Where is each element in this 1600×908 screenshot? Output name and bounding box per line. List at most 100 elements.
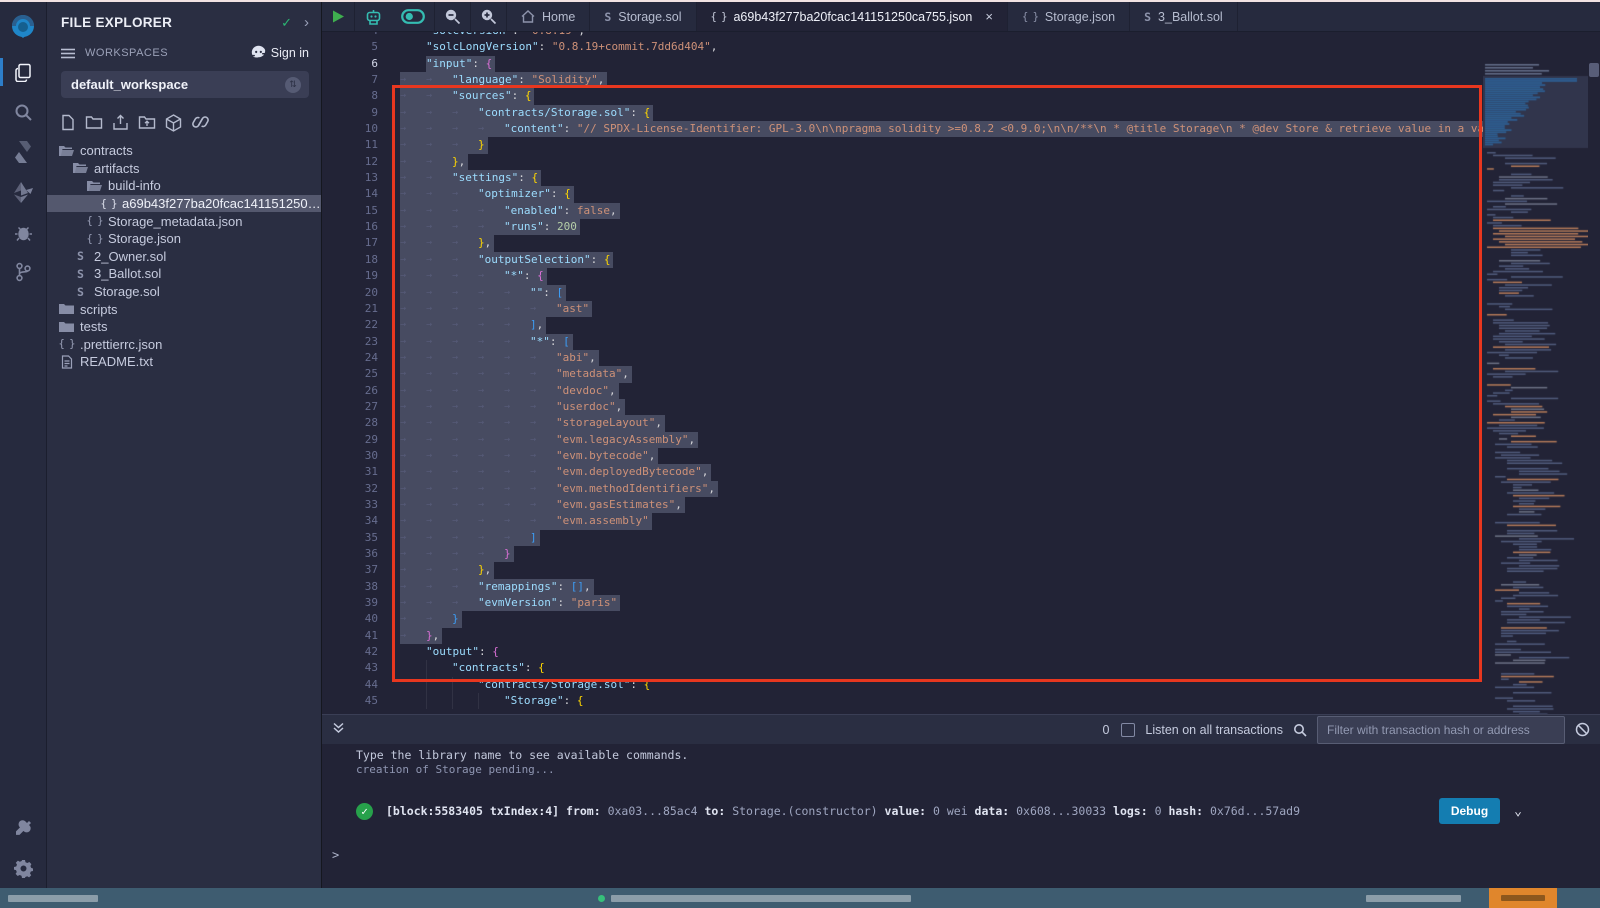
code-line[interactable]: 29→→→→→→"evm.legacyAssembly",	[322, 432, 1483, 448]
code-line[interactable]: 38→→→"remappings": [],	[322, 579, 1483, 595]
check-icon[interactable]: ✓	[281, 15, 292, 31]
code-line[interactable]: 19→→→→"*": {	[322, 268, 1483, 284]
code-line[interactable]: 17→→→},	[322, 235, 1483, 251]
code-line[interactable]: 44"contracts/Storage.sol": {	[322, 677, 1483, 693]
code-line[interactable]: 39→→→"evmVersion": "paris"	[322, 595, 1483, 611]
code-line[interactable]: 42"output": {	[322, 644, 1483, 660]
rail-deploy-run[interactable]	[0, 172, 47, 212]
tab-close-icon[interactable]: ×	[985, 9, 993, 24]
workspace-select[interactable]: default_workspace ⇅	[61, 71, 309, 98]
link-button[interactable]	[191, 114, 210, 132]
run-script-button[interactable]	[322, 2, 355, 31]
code-line[interactable]: 6"input": {	[322, 56, 1483, 72]
code-line[interactable]: 45"Storage": {	[322, 693, 1483, 709]
new-folder-button[interactable]	[85, 114, 103, 132]
tab-home[interactable]: Home	[507, 2, 590, 31]
sign-in-button[interactable]: Sign in	[251, 45, 309, 61]
terminal-search-icon[interactable]	[1293, 723, 1307, 737]
rail-solidity-compiler[interactable]	[0, 132, 47, 172]
code-line[interactable]: 41→},	[322, 628, 1483, 644]
code-line[interactable]: 22→→→→→],	[322, 317, 1483, 333]
alert-badge[interactable]	[1489, 888, 1557, 908]
line-number: 5	[322, 39, 378, 55]
debug-button[interactable]: Debug	[1439, 798, 1500, 824]
code-line[interactable]: 34→→→→→→"evm.assembly"	[322, 513, 1483, 529]
rail-plugin-manager[interactable]	[0, 808, 47, 848]
zoom-out-button[interactable]	[435, 2, 471, 31]
code-line[interactable]: 32→→→→→→"evm.methodIdentifiers",	[322, 481, 1483, 497]
rail-debugger[interactable]	[0, 212, 47, 252]
tree-item-scripts[interactable]: scripts	[47, 300, 321, 318]
code-line[interactable]: 10→→→→"content": "// SPDX-License-Identi…	[322, 121, 1483, 137]
tx-expand-icon[interactable]: ⌄	[1514, 804, 1522, 819]
tree-item-storage-metadata-json[interactable]: { }Storage_metadata.json	[47, 212, 321, 230]
code-line[interactable]: 30→→→→→→"evm.bytecode",	[322, 448, 1483, 464]
code-line[interactable]: 31→→→→→→"evm.deployedBytecode",	[322, 464, 1483, 480]
code-line[interactable]: 33→→→→→→"evm.gasEstimates",	[322, 497, 1483, 513]
code-line[interactable]: 43"contracts": {	[322, 660, 1483, 676]
code-line[interactable]: 35→→→→→]	[322, 530, 1483, 546]
code-line[interactable]: 36→→→→}	[322, 546, 1483, 562]
clear-terminal-icon[interactable]	[1575, 722, 1590, 737]
tree-item-a69b43f277ba20fcac141151250ca7-[interactable]: { }a69b43f277ba20fcac141151250ca7...	[47, 195, 321, 213]
code-line[interactable]: 4"solcVersion": "0.8.19",	[322, 32, 1483, 39]
editor-scrollbar[interactable]	[1588, 62, 1600, 714]
code-line[interactable]: 15→→→→"enabled": false,	[322, 203, 1483, 219]
zoom-in-button[interactable]	[471, 2, 507, 31]
code-line[interactable]: 25→→→→→→"metadata",	[322, 366, 1483, 382]
tree-item-2-owner-sol[interactable]: S2_Owner.sol	[47, 248, 321, 266]
code-line[interactable]: 37→→→},	[322, 562, 1483, 578]
tree-item--prettierrc-json[interactable]: { }.prettierrc.json	[47, 336, 321, 354]
code-line[interactable]: 12→→},	[322, 154, 1483, 170]
code-line[interactable]: 28→→→→→→"storageLayout",	[322, 415, 1483, 431]
ipfs-box-button[interactable]	[165, 114, 182, 132]
remix-ai-button[interactable]	[355, 2, 392, 31]
code-line[interactable]: 18→→→"outputSelection": {	[322, 252, 1483, 268]
code-line[interactable]: 27→→→→→→"userdoc",	[322, 399, 1483, 415]
code-line[interactable]: 11→→→}	[322, 137, 1483, 153]
tree-item-artifacts[interactable]: artifacts	[47, 160, 321, 178]
transaction-filter-input[interactable]	[1317, 716, 1565, 744]
listen-all-transactions-checkbox[interactable]	[1121, 723, 1135, 737]
tree-item-build-info[interactable]: build-info	[47, 177, 321, 195]
minimap[interactable]	[1483, 62, 1588, 714]
tree-item-storage-sol[interactable]: SStorage.sol	[47, 283, 321, 301]
tree-item-readme-txt[interactable]: README.txt	[47, 353, 321, 371]
code-line[interactable]: 7→→"language": "Solidity",	[322, 72, 1483, 88]
upload-file-button[interactable]	[112, 114, 129, 132]
code-line[interactable]: 9→→→"contracts/Storage.sol": {	[322, 105, 1483, 121]
new-file-button[interactable]	[60, 114, 76, 132]
chevron-right-icon[interactable]: ›	[304, 14, 309, 31]
hamburger-menu-icon[interactable]	[61, 48, 75, 59]
code-line[interactable]: 8→→"sources": {	[322, 88, 1483, 104]
zoom-in-icon	[480, 8, 497, 25]
tree-item-tests[interactable]: tests	[47, 318, 321, 336]
tree-item-storage-json[interactable]: { }Storage.json	[47, 230, 321, 248]
ai-toggle[interactable]	[392, 2, 435, 31]
code-editor[interactable]: 4"solcVersion": "0.8.19",5"solcLongVersi…	[322, 32, 1600, 714]
code-line[interactable]: 5"solcLongVersion": "0.8.19+commit.7dd6d…	[322, 39, 1483, 55]
rail-file-explorer[interactable]	[0, 52, 47, 92]
code-line[interactable]: 20→→→→→"": [	[322, 285, 1483, 301]
rail-search[interactable]	[0, 92, 47, 132]
code-line[interactable]: 16→→→→"runs": 200	[322, 219, 1483, 235]
tab-a69b43f277ba20fcac141151250ca755-json[interactable]: { }a69b43f277ba20fcac141151250ca755.json…	[697, 2, 1008, 31]
rail-git[interactable]	[0, 252, 47, 292]
upload-folder-button[interactable]	[138, 114, 156, 132]
tree-item-3-ballot-sol[interactable]: S3_Ballot.sol	[47, 265, 321, 283]
rail-settings[interactable]	[0, 848, 47, 888]
code-line[interactable]: 21→→→→→→"ast"	[322, 301, 1483, 317]
code-line[interactable]: 24→→→→→→"abi",	[322, 350, 1483, 366]
tab-storage-json[interactable]: { }Storage.json	[1008, 2, 1130, 31]
code-line[interactable]: 26→→→→→→"devdoc",	[322, 383, 1483, 399]
code-line[interactable]: 40→→}	[322, 611, 1483, 627]
tree-item-contracts[interactable]: contracts	[47, 142, 321, 160]
transaction-log-row[interactable]: ✓ [block:5583405 txIndex:4] from: 0xa03.…	[356, 796, 1600, 826]
code-line[interactable]: 13→→"settings": {	[322, 170, 1483, 186]
code-line[interactable]: 14→→→"optimizer": {	[322, 186, 1483, 202]
tab-storage-sol[interactable]: SStorage.sol	[590, 2, 696, 31]
tab-3-ballot-sol[interactable]: S3_Ballot.sol	[1130, 2, 1238, 31]
expand-terminal-icon[interactable]	[332, 721, 345, 739]
scrollbar-thumb[interactable]	[1589, 63, 1599, 77]
code-line[interactable]: 23→→→→→"*": [	[322, 334, 1483, 350]
